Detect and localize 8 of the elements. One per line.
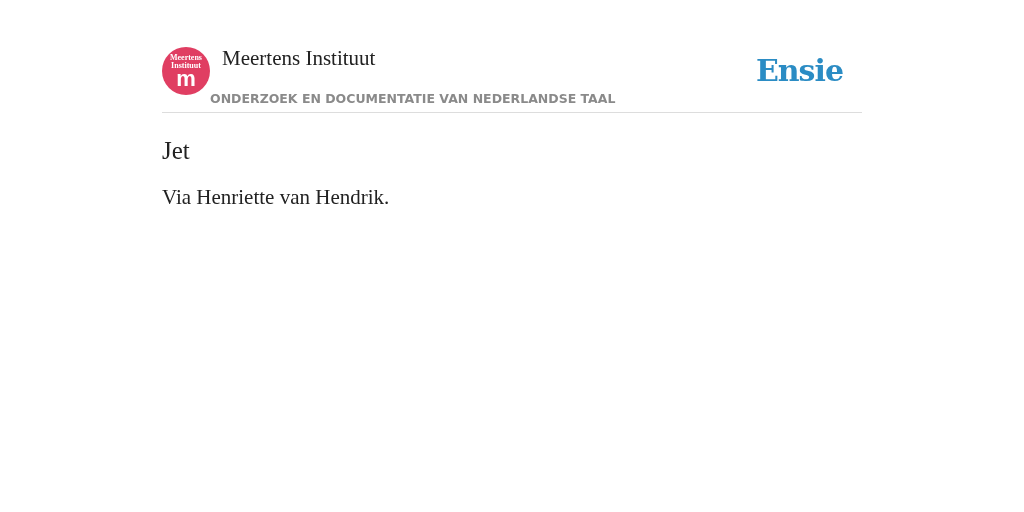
brand-logo[interactable]: Ensie — [755, 53, 843, 88]
logo-text: Meertens — [170, 54, 202, 62]
article-heading: Jet — [162, 137, 191, 165]
logo-letter: m — [176, 70, 196, 88]
article-text: Via Henriette van Hendrik. — [162, 185, 391, 210]
site-subtitle: ONDERZOEK EN DOCUMENTATIE VAN NEDERLANDSE TAAL — [210, 91, 617, 106]
logo-text: Instituut — [171, 62, 201, 70]
site-title[interactable]: Meertens Instituut — [222, 47, 376, 69]
